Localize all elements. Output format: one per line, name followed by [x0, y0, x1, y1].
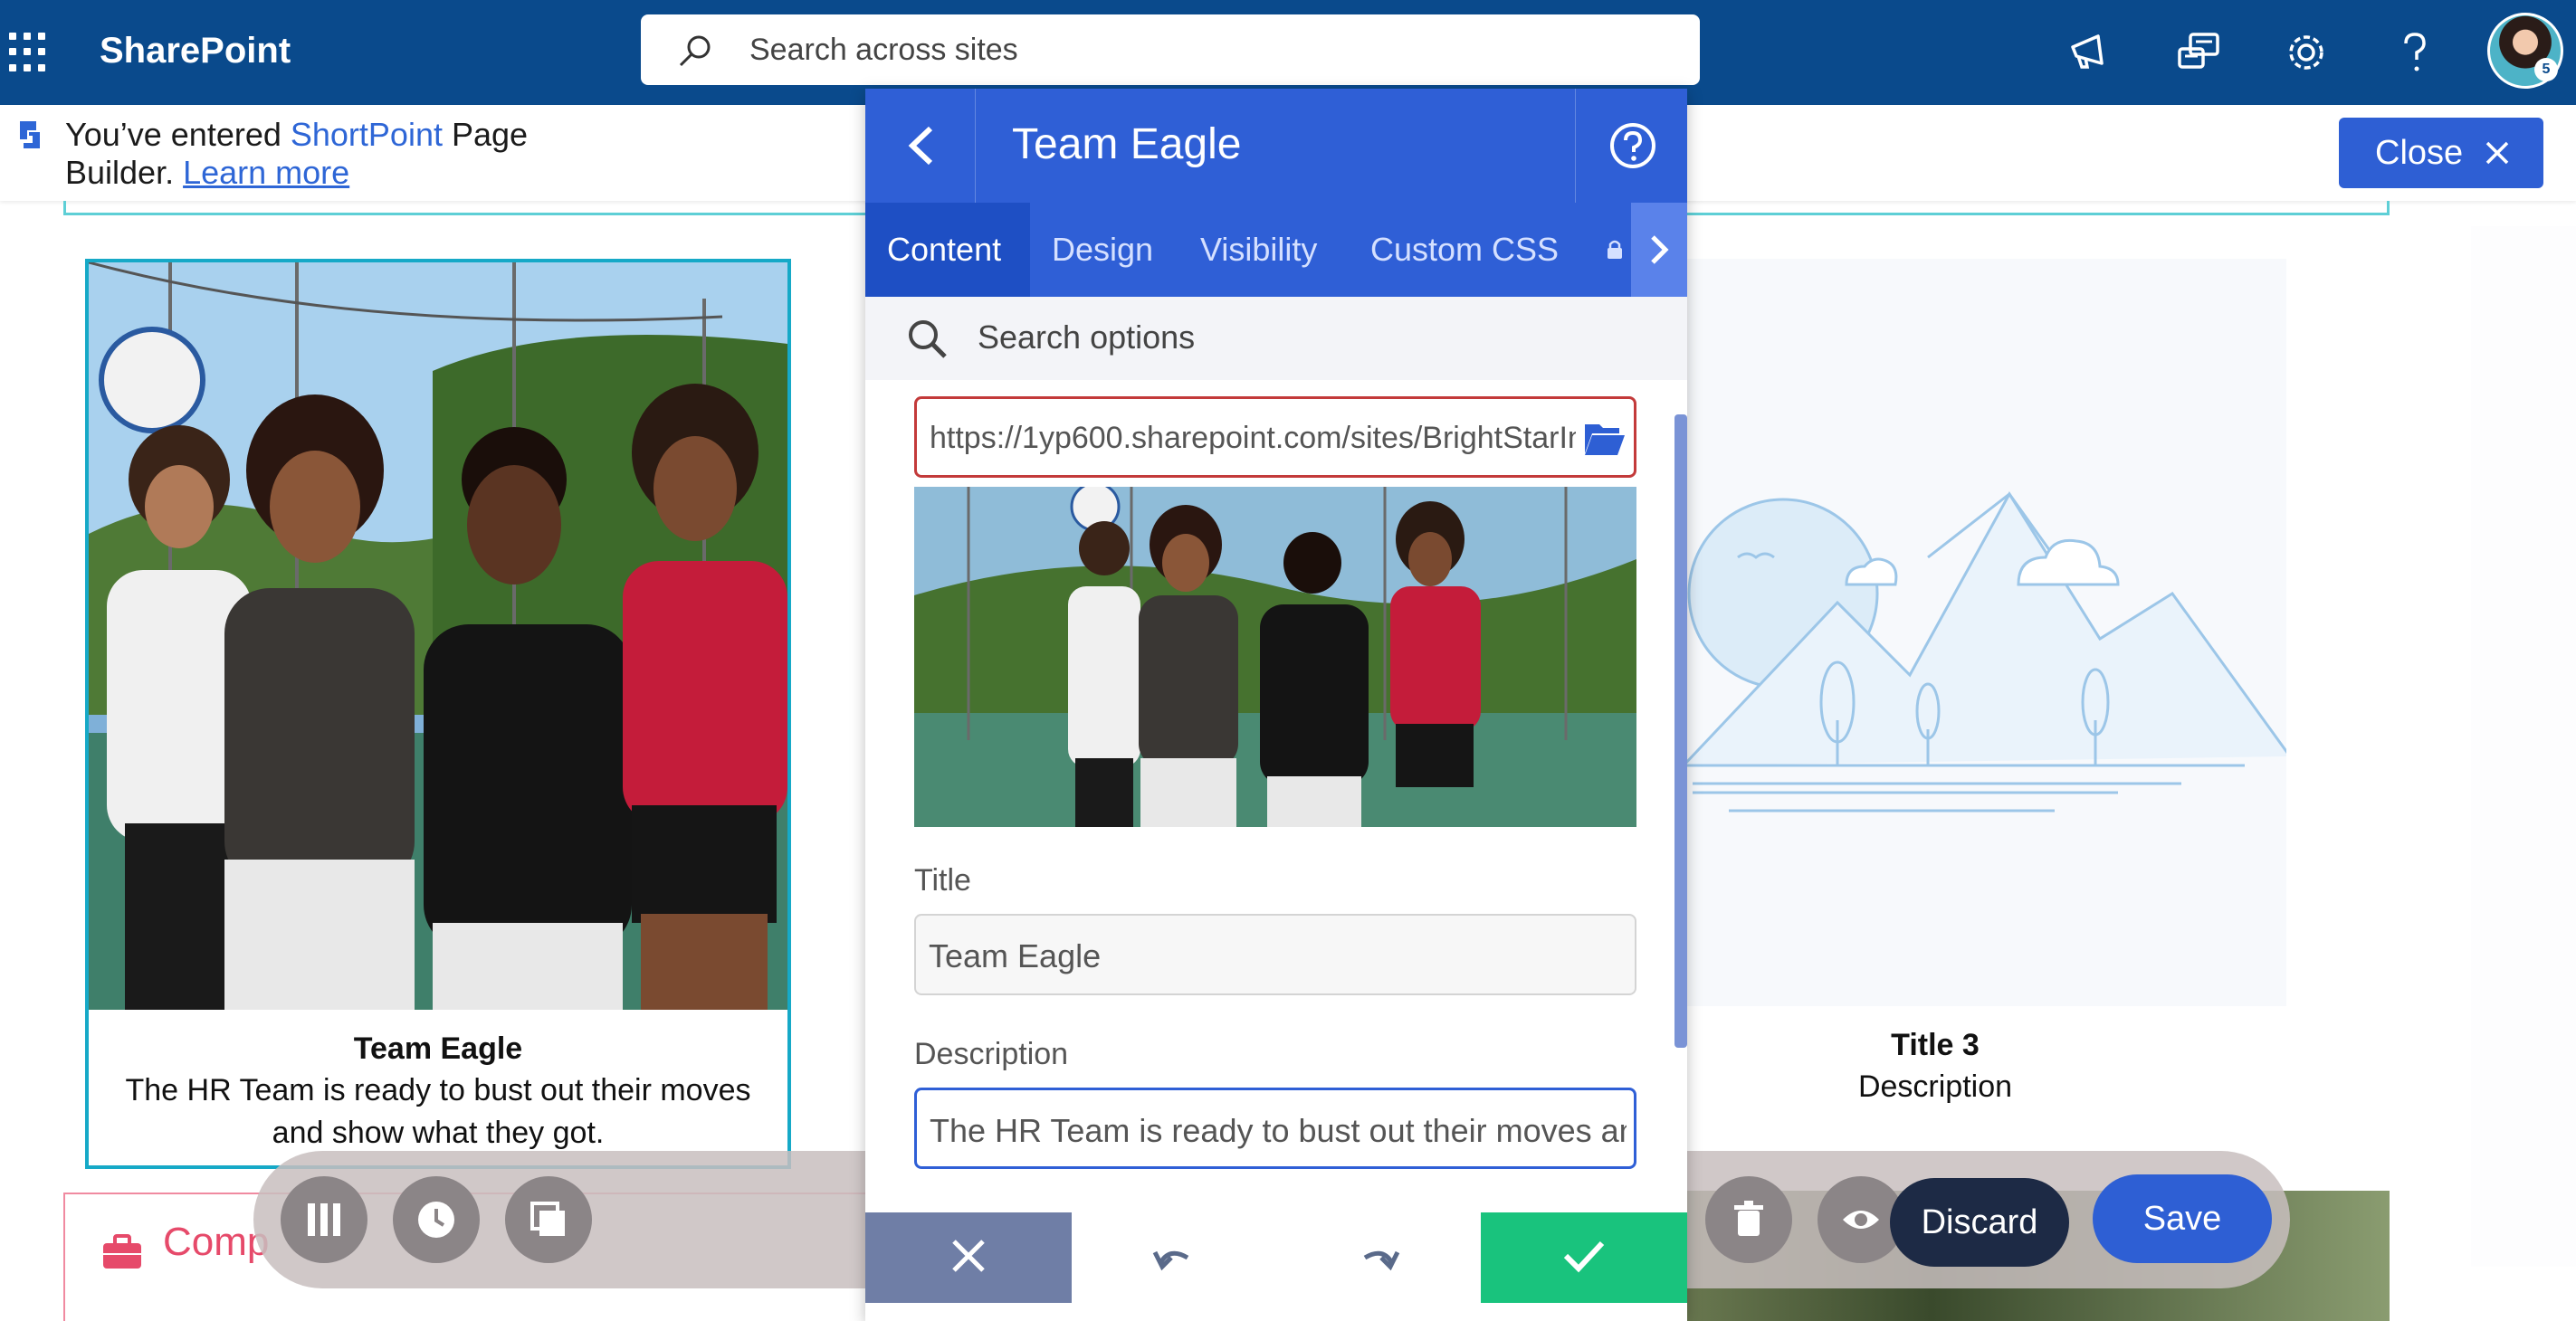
image-card-team-eagle[interactable]: Team Eagle The HR Team is ready to bust …	[85, 259, 791, 1169]
image-card-placeholder[interactable]	[1629, 259, 2292, 1006]
app-launcher-icon[interactable]	[9, 33, 49, 72]
redo-icon	[1363, 1250, 1400, 1271]
site-search-box[interactable]: Search across sites	[641, 14, 1700, 85]
placeholder-illustration	[1647, 491, 2292, 813]
close-icon	[952, 1240, 985, 1272]
tab-design[interactable]: Design	[1052, 203, 1153, 297]
card-title-3: Title 3	[1891, 1028, 1980, 1062]
close-label: Close	[2375, 134, 2464, 172]
title-input[interactable]: Team Eagle	[914, 914, 1636, 995]
feedback-icon[interactable]	[2174, 27, 2225, 78]
image-url-field[interactable]: https://1yp600.sharepoint.com/sites/Brig…	[914, 396, 1636, 478]
tab-custom-css[interactable]: Custom CSS	[1370, 203, 1559, 297]
duplicate-button[interactable]	[505, 1176, 592, 1263]
chevron-left-icon	[908, 126, 933, 166]
undo-button[interactable]	[1072, 1212, 1276, 1303]
description-input-value: The HR Team is ready to bust out their m…	[930, 1112, 1627, 1149]
panel-tabs: Content Design Visibility Custom CSS	[865, 203, 1687, 297]
notification-badge: 5	[2534, 58, 2558, 81]
canvas-margin	[2471, 226, 2576, 1267]
app-name[interactable]: SharePoint	[100, 31, 291, 71]
panel-header: Team Eagle	[865, 89, 1687, 203]
image-preview	[914, 487, 1636, 827]
search-placeholder: Search across sites	[749, 33, 1018, 67]
close-builder-button[interactable]: Close	[2339, 118, 2543, 188]
history-button[interactable]	[393, 1176, 480, 1263]
panel-body: https://1yp600.sharepoint.com/sites/Brig…	[865, 380, 1687, 1212]
redo-button[interactable]	[1276, 1212, 1481, 1303]
learn-more-link[interactable]: Learn more	[183, 154, 349, 191]
checkmark-icon	[1563, 1240, 1605, 1273]
briefcase-icon	[103, 1234, 141, 1269]
panel-help-button[interactable]	[1575, 89, 1687, 203]
eye-icon	[1843, 1211, 1879, 1229]
card-description-3: Description	[1857, 1069, 2013, 1104]
notice-text-line1: You’ve entered ShortPoint Page	[65, 116, 529, 153]
search-icon	[679, 35, 711, 67]
lock-icon	[1608, 240, 1622, 259]
save-button[interactable]: Save	[2093, 1174, 2272, 1263]
clock-icon	[418, 1202, 454, 1238]
shortpoint-brand: ShortPoint	[290, 116, 443, 153]
tabs-scroll-right-button[interactable]	[1631, 203, 1687, 297]
tab-visibility[interactable]: Visibility	[1200, 203, 1317, 297]
panel-footer	[865, 1212, 1687, 1303]
notice-text-line2: Builder. Learn more	[65, 154, 350, 191]
team-photo	[89, 262, 787, 1010]
options-search-placeholder: Search options	[978, 318, 1196, 356]
search-icon	[909, 320, 947, 358]
title-input-value: Team Eagle	[929, 937, 1102, 974]
gear-icon[interactable]	[2281, 27, 2332, 78]
card-title: Team Eagle	[353, 1031, 523, 1066]
cancel-button[interactable]	[865, 1212, 1072, 1303]
delete-button[interactable]	[1705, 1176, 1792, 1263]
description-label: Description	[914, 1037, 1069, 1071]
columns-icon	[308, 1203, 340, 1236]
folder-open-icon[interactable]	[1583, 419, 1627, 459]
discard-button[interactable]: Discard	[1890, 1178, 2069, 1267]
undo-icon	[1152, 1250, 1189, 1271]
megaphone-icon[interactable]	[2066, 27, 2116, 78]
back-button[interactable]	[865, 89, 976, 203]
close-icon	[2485, 141, 2509, 165]
image-url-value: https://1yp600.sharepoint.com/sites/Brig…	[930, 421, 1576, 455]
help-circle-icon	[1610, 123, 1655, 168]
trash-icon	[1734, 1201, 1763, 1236]
panel-scrollbar[interactable]	[1674, 414, 1687, 1048]
help-icon[interactable]	[2390, 27, 2440, 78]
options-search[interactable]: Search options	[865, 297, 1687, 380]
title-label: Title	[914, 863, 971, 898]
card-description: The HR Team is ready to bust out their m…	[125, 1073, 751, 1150]
element-settings-panel: Team Eagle Content Design Visibility Cus…	[865, 89, 1687, 1321]
tab-content[interactable]: Content	[865, 203, 1030, 297]
panel-title: Team Eagle	[1012, 120, 1242, 168]
duplicate-icon	[530, 1202, 565, 1236]
columns-button[interactable]	[281, 1176, 367, 1263]
shortpoint-logo-icon	[20, 121, 40, 148]
chevron-right-icon	[1651, 235, 1669, 264]
apply-button[interactable]	[1481, 1212, 1687, 1303]
description-input[interactable]: The HR Team is ready to bust out their m…	[914, 1088, 1636, 1169]
